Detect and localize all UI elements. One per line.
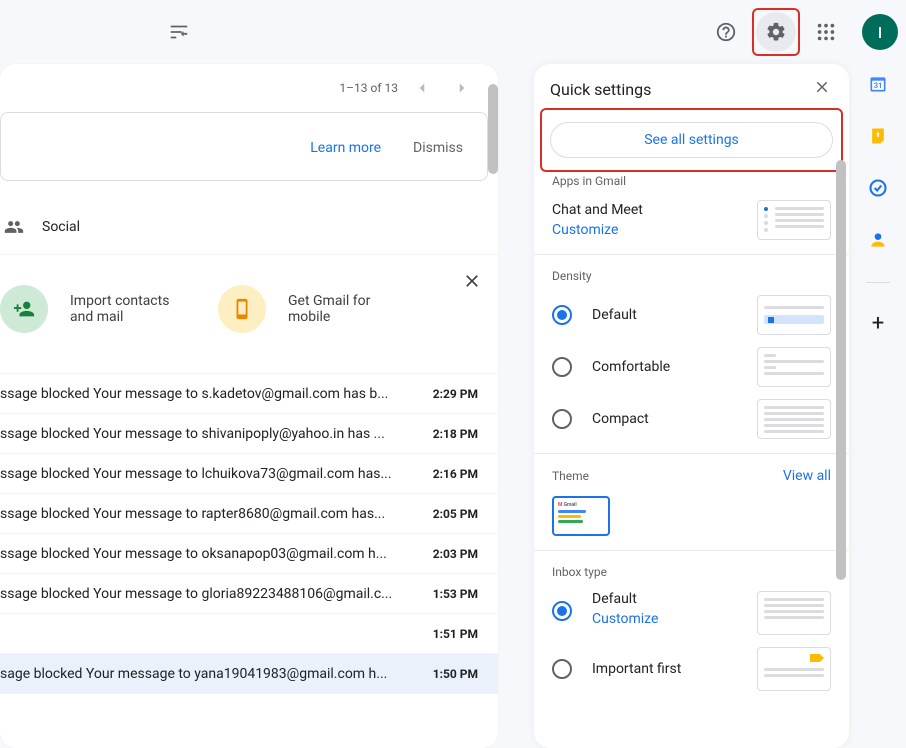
- search-options-icon[interactable]: [159, 12, 199, 52]
- tab-social-label: Social: [42, 219, 80, 235]
- email-subject: ssage blocked Your message to lchuikova7…: [0, 466, 422, 482]
- qs-theme-heading: Theme: [552, 469, 589, 483]
- qs-theme-section: Theme View all M Gmail: [534, 454, 849, 551]
- email-row[interactable]: ssage blocked Your message to shivanipop…: [0, 414, 498, 454]
- email-time: 1:53 PM: [422, 587, 478, 601]
- theme-thumb-default[interactable]: M Gmail: [552, 496, 610, 536]
- mobile-icon: [218, 285, 266, 333]
- email-time: 2:29 PM: [422, 387, 478, 401]
- email-time: 2:16 PM: [422, 467, 478, 481]
- email-subject: ssage blocked Your message to rapter8680…: [0, 506, 422, 522]
- getting-started: Import contacts and mail Get Gmail for m…: [0, 255, 498, 374]
- email-time: 2:03 PM: [422, 547, 478, 561]
- rail-contacts-icon[interactable]: [868, 230, 888, 254]
- inbox-default-radio[interactable]: Default Customize: [552, 591, 658, 627]
- email-subject: ssage blocked Your message to shivanipop…: [0, 426, 422, 442]
- email-time: 1:51 PM: [422, 627, 478, 641]
- email-row[interactable]: ssage blocked Your message to oksanapop0…: [0, 534, 498, 574]
- density-default-radio[interactable]: Default: [552, 305, 637, 325]
- email-subject: ssage blocked Your message to gloria8922…: [0, 586, 422, 602]
- density-compact-label: Compact: [592, 411, 649, 427]
- density-comfortable-label: Comfortable: [592, 359, 670, 375]
- email-subject: ssage blocked Your message to s.kadetov@…: [0, 386, 422, 402]
- quick-settings-panel: Quick settings See all settings Apps in …: [534, 64, 849, 748]
- qs-scrollbar[interactable]: [836, 160, 846, 580]
- gs-mobile-label: Get Gmail for mobile: [288, 293, 396, 325]
- email-row[interactable]: ssage blocked Your message to s.kadetov@…: [0, 374, 498, 414]
- settings-highlight: [752, 8, 800, 56]
- inbox-default-customize[interactable]: Customize: [592, 611, 658, 627]
- pager-next-icon[interactable]: [446, 72, 478, 104]
- inbox-important-radio[interactable]: Important first: [552, 659, 681, 679]
- teaser-dismiss[interactable]: Dismiss: [413, 140, 463, 156]
- rail-divider: [866, 282, 890, 283]
- tab-social[interactable]: Social: [0, 199, 498, 255]
- theme-view-all[interactable]: View all: [783, 468, 831, 484]
- main-pane: 1–13 of 13 Learn more Dismiss Social: [0, 64, 498, 748]
- density-default-label: Default: [592, 307, 637, 323]
- qs-inbox-heading: Inbox type: [552, 565, 607, 579]
- pager-prev-icon[interactable]: [406, 72, 438, 104]
- pager: 1–13 of 13: [0, 64, 498, 112]
- qs-title: Quick settings: [550, 80, 651, 99]
- email-row[interactable]: sage blocked Your message to yana1904198…: [0, 654, 498, 694]
- gs-import-label: Import contacts and mail: [70, 293, 178, 325]
- teaser-card: Learn more Dismiss: [0, 112, 488, 181]
- gs-mobile[interactable]: Get Gmail for mobile: [218, 285, 396, 333]
- gs-import-contacts[interactable]: Import contacts and mail: [0, 285, 178, 333]
- svg-text:31: 31: [874, 81, 883, 90]
- see-all-settings-button[interactable]: See all settings: [550, 122, 833, 158]
- email-list: ssage blocked Your message to s.kadetov@…: [0, 374, 498, 694]
- qs-close-icon[interactable]: [813, 78, 831, 100]
- settings-gear-icon[interactable]: [756, 12, 796, 52]
- density-compact-thumb: [757, 399, 831, 439]
- qs-apps-heading: Apps in Gmail: [552, 174, 626, 188]
- pager-range: 1–13 of 13: [339, 81, 398, 95]
- rail-keep-icon[interactable]: [868, 126, 888, 150]
- rail-calendar-icon[interactable]: 31: [868, 74, 888, 98]
- side-rail: 31 +: [850, 64, 906, 748]
- qs-inbox-section: Inbox type Default Customize Important f…: [534, 551, 849, 705]
- qs-density-heading: Density: [552, 269, 592, 283]
- account-avatar[interactable]: I: [862, 14, 898, 50]
- email-subject: ssage blocked Your message to oksanapop0…: [0, 546, 422, 562]
- density-default-thumb: [757, 295, 831, 335]
- density-comfortable-thumb: [757, 347, 831, 387]
- getting-started-close-icon[interactable]: [462, 271, 482, 295]
- topbar: I: [0, 0, 906, 64]
- email-row[interactable]: 1:51 PM: [0, 614, 498, 654]
- rail-add-icon[interactable]: +: [872, 311, 884, 336]
- density-compact-radio[interactable]: Compact: [552, 409, 649, 429]
- main-scrollbar[interactable]: [488, 84, 498, 174]
- email-time: 2:05 PM: [422, 507, 478, 521]
- rail-tasks-icon[interactable]: [868, 178, 888, 202]
- teaser-learn-more[interactable]: Learn more: [310, 140, 381, 156]
- qs-chat-meet-label: Chat and Meet: [552, 202, 643, 218]
- email-time: 1:50 PM: [422, 667, 478, 681]
- qs-density-section: Density Default Comfortable: [534, 255, 849, 454]
- qs-apps-section: Apps in Gmail Chat and Meet Customize: [534, 160, 849, 255]
- inbox-important-thumb: [757, 647, 831, 691]
- email-row[interactable]: ssage blocked Your message to lchuikova7…: [0, 454, 498, 494]
- email-subject: sage blocked Your message to yana1904198…: [0, 666, 422, 682]
- apps-grid-icon[interactable]: [806, 12, 846, 52]
- import-contacts-icon: [0, 285, 48, 333]
- apps-thumb: [757, 200, 831, 240]
- inbox-default-label: Default: [592, 591, 658, 607]
- inbox-default-thumb: [757, 591, 831, 635]
- help-icon[interactable]: [706, 12, 746, 52]
- qs-chat-customize[interactable]: Customize: [552, 222, 643, 238]
- email-row[interactable]: ssage blocked Your message to gloria8922…: [0, 574, 498, 614]
- email-row[interactable]: ssage blocked Your message to rapter8680…: [0, 494, 498, 534]
- inbox-important-label: Important first: [592, 661, 681, 677]
- email-time: 2:18 PM: [422, 427, 478, 441]
- density-comfortable-radio[interactable]: Comfortable: [552, 357, 670, 377]
